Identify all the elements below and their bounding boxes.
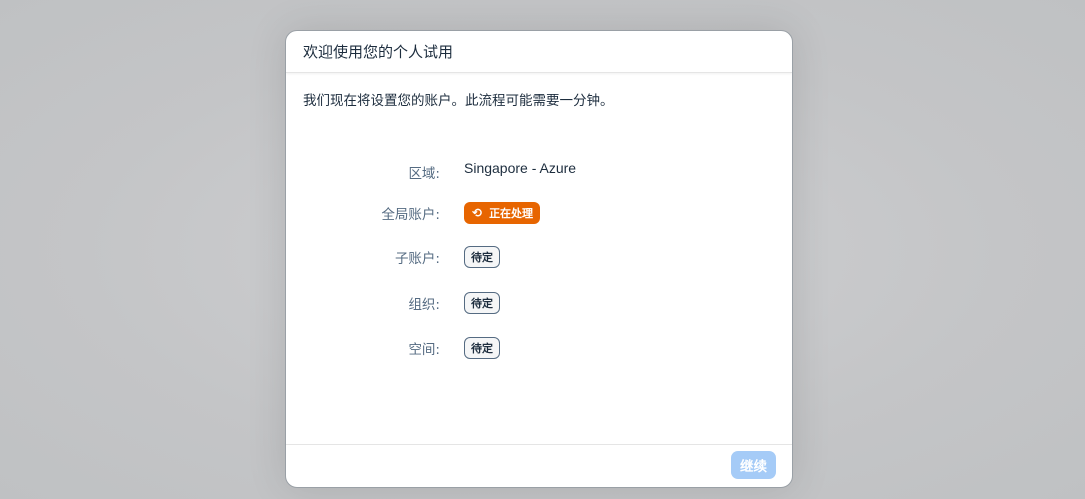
dialog-header: 欢迎使用您的个人试用: [286, 31, 792, 73]
org-status-badge: 待定: [464, 292, 500, 314]
continue-button[interactable]: 继续: [731, 451, 776, 479]
sync-icon: ⟲: [472, 206, 483, 220]
space-status-badge: 待定: [464, 337, 500, 359]
region-value: Singapore - Azure: [464, 160, 577, 176]
subaccount-row: 子账户: 待定: [286, 244, 792, 270]
dialog-title: 欢迎使用您的个人试用: [303, 43, 454, 61]
dialog-footer: 继续: [286, 444, 792, 487]
welcome-dialog: 欢迎使用您的个人试用 我们现在将设置您的账户。此流程可能需要一分钟。 区域: S…: [285, 30, 793, 488]
processing-badge: ⟲ 正在处理: [464, 202, 541, 224]
subaccount-value-wrap: 待定: [464, 246, 500, 268]
org-row: 组织: 待定: [286, 290, 792, 316]
intro-text: 我们现在将设置您的账户。此流程可能需要一分钟。: [303, 93, 614, 109]
org-value-wrap: 待定: [464, 292, 500, 314]
space-value-wrap: 待定: [464, 337, 500, 359]
processing-status: 正在处理: [489, 207, 534, 220]
region-value-wrap: Singapore - Azure: [464, 160, 576, 176]
global-account-label: 全局账户:: [381, 207, 440, 223]
subaccount-status-badge: 待定: [464, 246, 500, 268]
dialog-body: 我们现在将设置您的账户。此流程可能需要一分钟。 区域: Singapore - …: [286, 73, 792, 444]
space-label: 空间:: [408, 342, 440, 358]
org-label: 组织:: [408, 297, 440, 313]
subaccount-label: 子账户:: [394, 251, 440, 267]
region-label: 区域:: [408, 166, 440, 182]
global-account-row: 全局账户: ⟲ 正在处理: [286, 200, 792, 226]
space-row: 空间: 待定: [286, 335, 792, 361]
region-row: 区域: Singapore - Azure: [286, 159, 792, 185]
global-account-value-wrap: ⟲ 正在处理: [464, 202, 541, 224]
